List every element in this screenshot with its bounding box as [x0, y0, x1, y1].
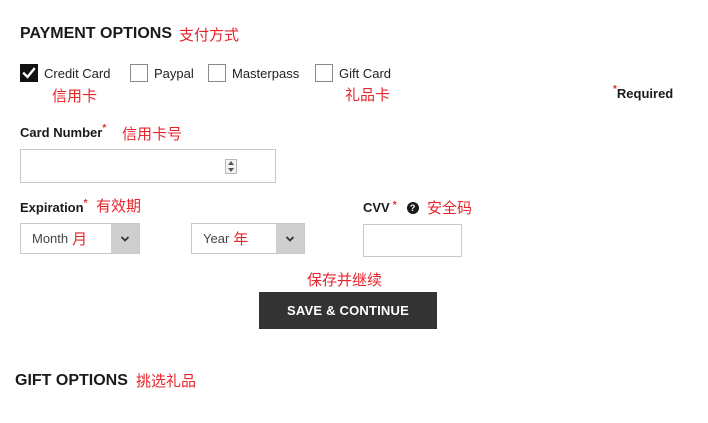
cvv-input[interactable] — [363, 224, 462, 257]
gift-options-title: GIFT OPTIONS — [15, 372, 128, 389]
expiration-annotation: 有效期 — [96, 197, 142, 215]
cvv-label-text: CVV — [363, 200, 390, 215]
card-number-label-text: Card Number — [20, 125, 103, 140]
number-spinner[interactable] — [225, 159, 237, 174]
payment-options-annotation: 支付方式 — [179, 26, 240, 44]
payment-options-title: PAYMENT OPTIONS — [20, 25, 173, 42]
spinner-down-icon[interactable] — [228, 167, 234, 172]
gift-card-annotation: 礼品卡 — [345, 86, 391, 104]
expiration-label: Expiration* — [20, 198, 88, 215]
masterpass-checkbox[interactable] — [208, 64, 226, 82]
credit-card-checkbox[interactable] — [20, 64, 38, 82]
paypal-checkbox[interactable] — [130, 64, 148, 82]
chevron-down-icon — [120, 235, 130, 242]
month-select-value: Month 月 — [21, 224, 111, 253]
option-masterpass[interactable]: Masterpass — [208, 64, 299, 82]
card-number-input[interactable] — [20, 149, 276, 183]
cvv-label: CVV * ? — [363, 200, 419, 215]
chevron-down-icon — [285, 235, 295, 242]
year-select-value: Year 年 — [192, 224, 276, 253]
credit-card-annotation: 信用卡 — [52, 87, 98, 105]
month-select-label: Month — [32, 231, 69, 246]
month-dropdown-arrow[interactable] — [111, 224, 139, 253]
gift-card-label: Gift Card — [339, 65, 392, 81]
cvv-required-mark: * — [392, 200, 397, 211]
year-select-label: Year — [203, 231, 230, 246]
option-credit-card[interactable]: Credit Card — [20, 64, 110, 82]
save-continue-button[interactable]: SAVE & CONTINUE — [259, 292, 437, 329]
gift-options-heading: GIFT OPTIONS — [15, 372, 128, 390]
gift-options-annotation: 挑选礼品 — [136, 372, 197, 390]
cvv-annotation: 安全码 — [427, 199, 473, 217]
option-gift-card[interactable]: Gift Card — [315, 64, 391, 82]
month-annotation: 月 — [72, 230, 88, 248]
required-note: *Required — [613, 84, 674, 101]
required-text: Required — [616, 86, 674, 101]
spinner-up-icon[interactable] — [228, 161, 234, 166]
credit-card-label: Credit Card — [44, 65, 111, 81]
masterpass-label: Masterpass — [232, 65, 300, 81]
save-continue-label: SAVE & CONTINUE — [287, 303, 409, 318]
save-annotation: 保存并继续 — [307, 271, 383, 289]
year-dropdown-arrow[interactable] — [276, 224, 304, 253]
checkmark-icon — [22, 67, 36, 79]
help-icon[interactable]: ? — [406, 201, 419, 214]
year-select[interactable]: Year 年 — [191, 223, 305, 254]
gift-card-checkbox[interactable] — [315, 64, 333, 82]
paypal-label: Paypal — [154, 65, 194, 81]
card-number-annotation: 信用卡号 — [122, 125, 183, 143]
card-number-label: Card Number* — [20, 123, 107, 140]
required-asterisk: * — [613, 84, 617, 95]
help-glyph: ? — [409, 202, 416, 213]
expiration-required-mark: * — [83, 198, 88, 209]
expiration-label-text: Expiration — [20, 200, 84, 215]
payment-options-heading: PAYMENT OPTIONS — [20, 25, 172, 43]
month-select[interactable]: Month 月 — [20, 223, 140, 254]
option-paypal[interactable]: Paypal — [130, 64, 194, 82]
year-annotation: 年 — [233, 230, 249, 248]
card-number-required-mark: * — [102, 123, 107, 134]
